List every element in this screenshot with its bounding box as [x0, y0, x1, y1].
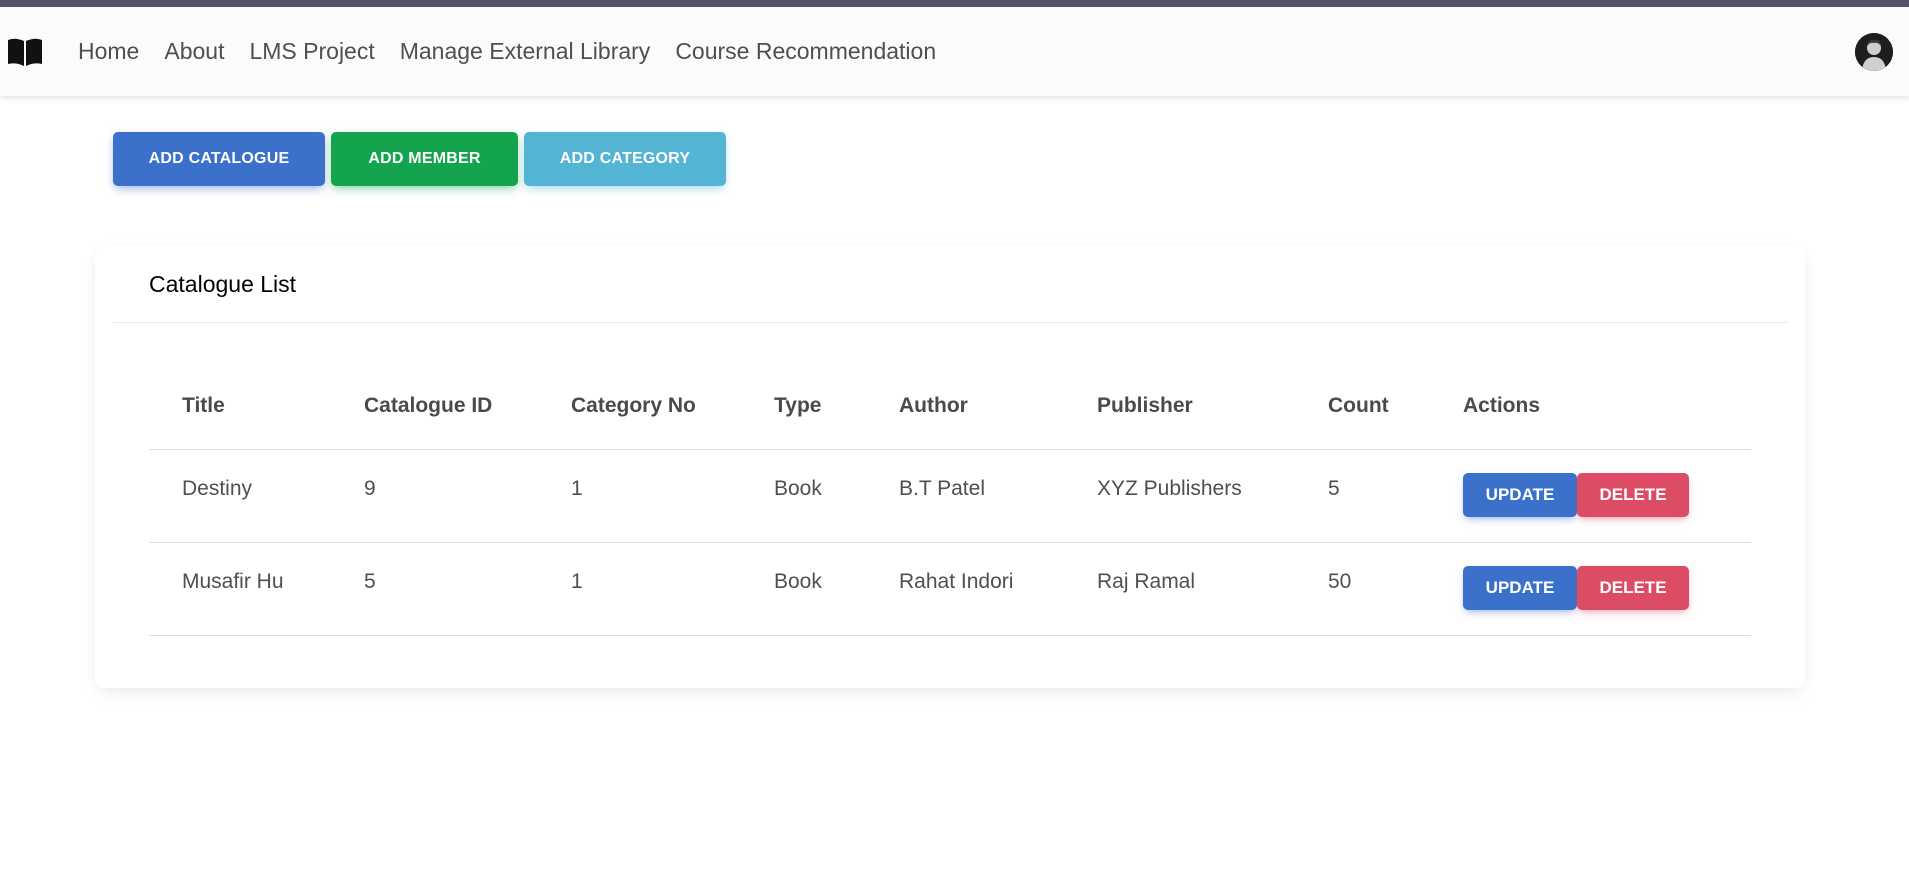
card-header: Catalogue List — [113, 246, 1787, 323]
row-actions: UPDATE DELETE — [1463, 473, 1689, 517]
card-title: Catalogue List — [149, 271, 297, 297]
header-author: Author — [899, 394, 968, 417]
update-button[interactable]: UPDATE — [1463, 473, 1577, 517]
table-row: Musafir Hu 5 1 Book Rahat Indori Raj Ram… — [149, 543, 1751, 636]
header-title: Title — [182, 394, 225, 417]
cell-title: Musafir Hu — [182, 570, 284, 593]
nav-item-course-recommendation[interactable]: Course Recommendation — [675, 38, 936, 65]
top-accent-strip — [0, 0, 1909, 7]
header-category-no: Category No — [571, 394, 696, 417]
header-actions: Actions — [1463, 394, 1541, 417]
cell-author: Rahat Indori — [899, 570, 1014, 593]
cell-type: Book — [774, 570, 822, 593]
cell-count: 50 — [1328, 570, 1352, 593]
cell-title: Destiny — [182, 477, 253, 500]
cell-author: B.T Patel — [899, 477, 985, 500]
cell-category-no: 1 — [571, 477, 583, 500]
cell-publisher: XYZ Publishers — [1097, 477, 1242, 500]
table-row: Destiny 9 1 Book B.T Patel XYZ Publisher… — [149, 450, 1751, 543]
add-category-button[interactable]: ADD CATEGORY — [524, 132, 726, 186]
table-header-row: Title Catalogue ID Category No Type Auth… — [149, 376, 1751, 450]
open-book-icon[interactable] — [7, 37, 43, 67]
header-type: Type — [774, 394, 822, 417]
add-member-button[interactable]: ADD MEMBER — [331, 132, 518, 186]
catalogue-table: Title Catalogue ID Category No Type Auth… — [149, 376, 1751, 636]
delete-button[interactable]: DELETE — [1577, 473, 1689, 517]
action-buttons: ADD CATALOGUE ADD MEMBER ADD CATEGORY — [113, 132, 726, 186]
nav-links: Home About LMS Project Manage External L… — [78, 7, 961, 96]
header-count: Count — [1328, 394, 1389, 417]
cell-count: 5 — [1328, 477, 1340, 500]
delete-button[interactable]: DELETE — [1577, 566, 1689, 610]
update-button[interactable]: UPDATE — [1463, 566, 1577, 610]
user-avatar[interactable] — [1855, 33, 1893, 71]
header-catalogue-id: Catalogue ID — [364, 394, 493, 417]
nav-item-manage-external-library[interactable]: Manage External Library — [400, 38, 651, 65]
add-catalogue-button[interactable]: ADD CATALOGUE — [113, 132, 325, 186]
nav-item-lms-project[interactable]: LMS Project — [249, 38, 374, 65]
header-publisher: Publisher — [1097, 394, 1193, 417]
row-actions: UPDATE DELETE — [1463, 566, 1689, 610]
nav-item-home[interactable]: Home — [78, 38, 139, 65]
cell-publisher: Raj Ramal — [1097, 570, 1196, 593]
navbar: Home About LMS Project Manage External L… — [0, 7, 1909, 96]
catalogue-card: Catalogue List Title Catalogue ID Catego… — [95, 246, 1805, 688]
cell-catalogue-id: 9 — [364, 477, 376, 500]
cell-catalogue-id: 5 — [364, 570, 376, 593]
nav-item-about[interactable]: About — [164, 38, 224, 65]
cell-category-no: 1 — [571, 570, 583, 593]
cell-type: Book — [774, 477, 822, 500]
